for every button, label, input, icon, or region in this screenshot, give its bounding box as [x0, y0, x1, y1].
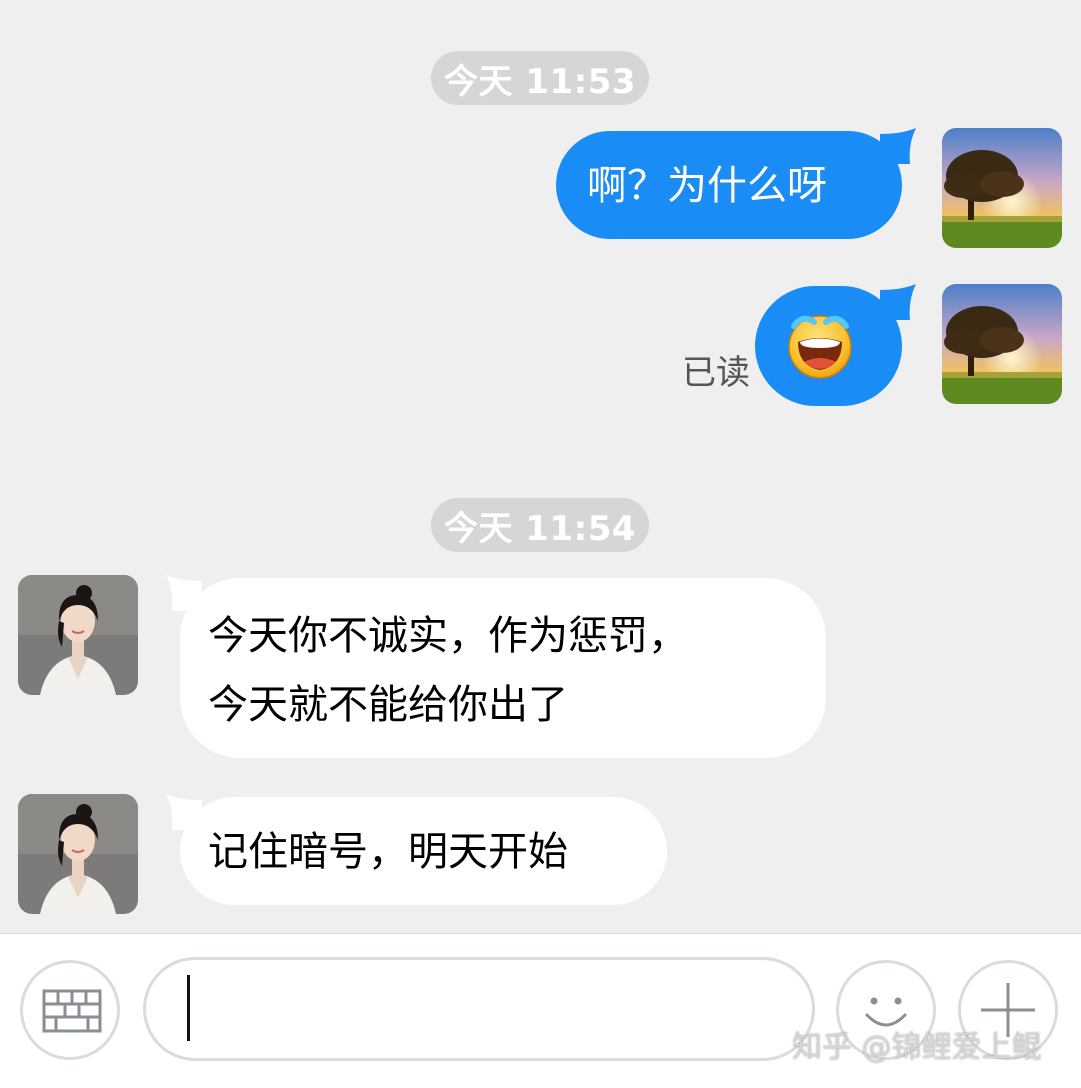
timestamp-pill: 今天 11:54 — [431, 498, 649, 552]
contact-avatar[interactable] — [18, 794, 138, 914]
incoming-message-text-line: 今天你不诚实，作为惩罚， — [208, 613, 688, 659]
read-receipt: 已读 — [682, 353, 750, 393]
outgoing-message-text: 啊？为什么呀 — [587, 163, 827, 209]
contact-avatar[interactable] — [18, 575, 138, 695]
message-input[interactable] — [143, 957, 815, 1061]
keyboard-icon — [42, 989, 102, 1033]
my-avatar[interactable] — [942, 128, 1062, 248]
bubble-tail — [880, 284, 916, 320]
timestamp-pill: 今天 11:53 — [431, 51, 649, 105]
bubble-tail — [166, 575, 202, 611]
incoming-message-text: 记住暗号，明天开始 — [208, 829, 568, 875]
watermark: 知乎 @锦鲤爱上鲲 — [792, 1030, 1042, 1065]
my-avatar[interactable] — [942, 284, 1062, 404]
text-caret — [187, 975, 190, 1041]
bubble-tail — [880, 128, 916, 164]
incoming-message-text-line: 今天就不能给你出了 — [208, 682, 568, 728]
keyboard-button[interactable] — [20, 960, 120, 1060]
crying-face-emoji — [788, 315, 852, 379]
bubble-tail — [166, 794, 202, 830]
